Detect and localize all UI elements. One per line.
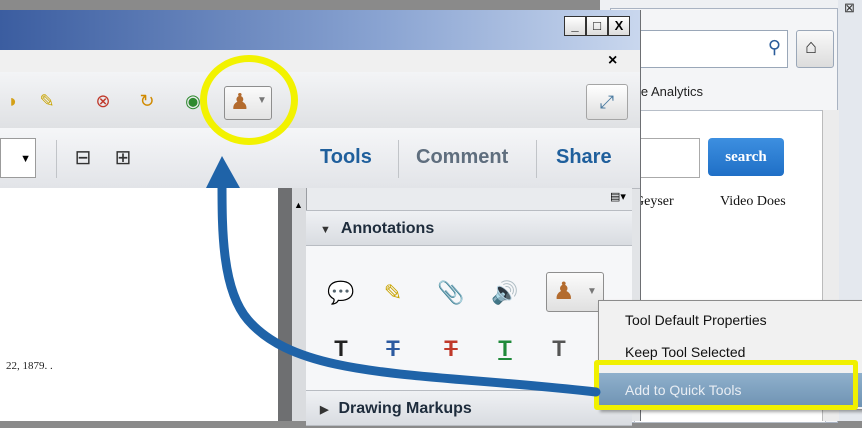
arrow-path [217,177,601,397]
arrow-head [206,156,240,188]
annotation-arrow [206,156,601,397]
